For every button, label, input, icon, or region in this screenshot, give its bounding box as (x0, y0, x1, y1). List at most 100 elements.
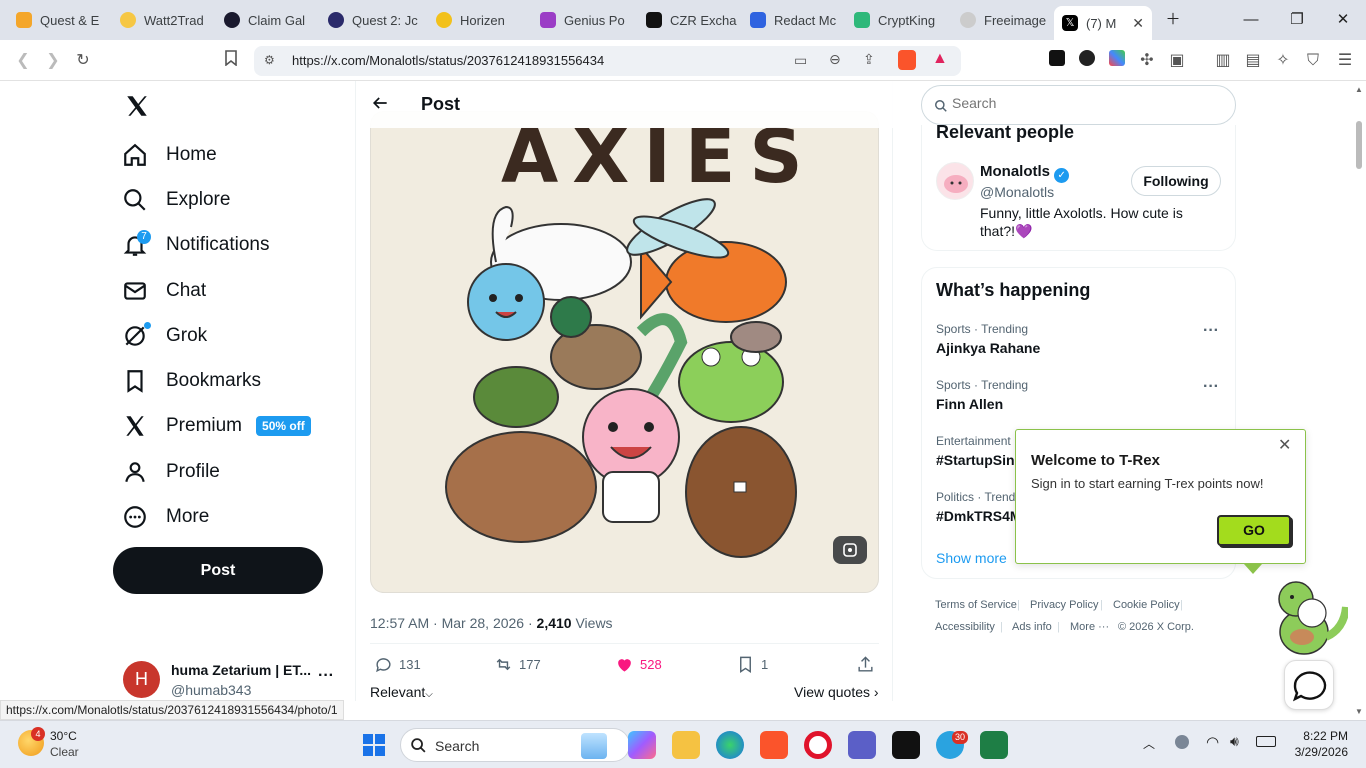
back-icon[interactable]: ❮ (12, 50, 34, 72)
volume-icon[interactable]: 🔊︎ (1230, 733, 1239, 750)
nav-home[interactable]: Home (122, 135, 217, 175)
nav-bookmarks[interactable]: Bookmarks (122, 361, 261, 401)
browser-tab[interactable]: Horizen (428, 4, 532, 36)
forward-icon[interactable]: ❯ (42, 50, 64, 72)
wallet-icon[interactable]: ▣ (1166, 50, 1188, 72)
footer-link[interactable]: Cookie Policy (1113, 599, 1180, 611)
close-tab-icon[interactable]: ✕ (1132, 15, 1144, 32)
footer-link[interactable]: Privacy Policy (1030, 599, 1098, 611)
bookmark-button[interactable]: 1 (736, 655, 768, 674)
trex-mascot-icon[interactable] (1268, 577, 1350, 659)
more-options-icon[interactable]: ··· (318, 667, 334, 685)
back-arrow-icon[interactable] (370, 93, 390, 118)
like-button[interactable]: 528 (615, 655, 662, 674)
nav-notifications[interactable]: Notifications 7 (122, 225, 270, 265)
share-button[interactable] (856, 655, 881, 674)
leo-ai-icon[interactable]: ✧ (1272, 50, 1294, 72)
brave-shields-icon[interactable] (898, 50, 916, 70)
nav-explore[interactable]: Explore (122, 180, 230, 220)
trend-item[interactable]: Sports · Trending Finn Allen ··· (936, 378, 1221, 412)
file-explorer-icon[interactable] (672, 731, 700, 759)
trend-more-icon[interactable]: ··· (1203, 378, 1219, 396)
zoom-icon[interactable]: ⊖ (829, 51, 841, 68)
avatar[interactable] (936, 162, 974, 200)
share-icon[interactable]: ⇪ (863, 51, 875, 68)
brave-icon[interactable] (760, 731, 788, 759)
scrollbar-thumb[interactable] (1356, 121, 1362, 169)
browser-tab[interactable]: Claim Gal (216, 4, 320, 36)
address-bar[interactable]: ⚙ https://x.com/Monalotls/status/2037612… (254, 46, 961, 76)
new-tab-button[interactable]: ＋ (1158, 8, 1188, 32)
person-name[interactable]: Monalotls ✓ (980, 163, 1070, 183)
edge-icon[interactable] (716, 731, 744, 759)
extension-icon[interactable] (1049, 50, 1065, 66)
trex-go-button[interactable]: GO (1217, 515, 1291, 546)
search-input[interactable] (952, 95, 1222, 111)
close-window-button[interactable]: ✕ (1328, 8, 1358, 32)
browser-tab[interactable]: Genius Po (532, 4, 636, 36)
reload-icon[interactable]: ↻ (72, 50, 94, 72)
footer-link[interactable]: Ads info (1012, 621, 1052, 633)
reply-sort-dropdown[interactable]: Relevant⌵ (370, 684, 433, 700)
teams-icon[interactable] (848, 731, 876, 759)
excel-icon[interactable] (980, 731, 1008, 759)
browser-tab[interactable]: Quest & E (8, 4, 112, 36)
following-button[interactable]: Following (1131, 166, 1221, 196)
network-status-icon[interactable] (1175, 735, 1189, 749)
menu-icon[interactable]: ☰ (1334, 50, 1356, 72)
close-icon[interactable]: ✕ (1278, 435, 1291, 455)
browser-tab[interactable]: CZR Excha (638, 4, 742, 36)
view-quotes-link[interactable]: View quotes › (794, 684, 879, 700)
site-settings-icon[interactable]: ⚙ (264, 53, 275, 67)
bookmark-page-icon[interactable] (220, 50, 242, 72)
browser-tab[interactable]: Watt2Trad (112, 4, 216, 36)
search-box[interactable] (921, 85, 1236, 125)
wifi-icon[interactable]: ◠ (1206, 733, 1219, 751)
footer-link[interactable]: Accessibility (935, 621, 995, 633)
browser-tab[interactable]: Redact Mc (742, 4, 846, 36)
nav-chat[interactable]: Chat (122, 271, 206, 311)
post-button[interactable]: Post (113, 547, 323, 594)
cast-icon[interactable]: ▭ (794, 52, 807, 69)
clock-time[interactable]: 8:22 PM (1288, 729, 1348, 743)
taskbar-search[interactable]: Search (400, 728, 630, 762)
clock-date[interactable]: 3/29/2026 (1288, 745, 1348, 759)
vpn-icon[interactable]: ⛉ (1302, 50, 1324, 72)
copilot-icon[interactable] (628, 731, 656, 759)
sidebar-toggle-icon[interactable]: ▥ (1212, 50, 1234, 72)
opera-icon[interactable] (804, 731, 832, 759)
extension-icon[interactable] (1109, 50, 1125, 66)
battery-icon[interactable] (1256, 736, 1276, 747)
browser-tab[interactable]: Freeimage (952, 4, 1052, 36)
extensions-puzzle-icon[interactable]: ✣ (1136, 50, 1158, 72)
show-more-link[interactable]: Show more (936, 550, 1007, 566)
nav-more[interactable]: More (122, 497, 209, 537)
trend-item[interactable]: Sports · Trending Ajinkya Rahane ··· (936, 322, 1221, 356)
url-text[interactable]: https://x.com/Monalotls/status/203761241… (292, 53, 604, 68)
page-scrollbar[interactable]: ▲ ▼ (1352, 81, 1366, 720)
trend-more-icon[interactable]: ··· (1203, 322, 1219, 340)
reply-button[interactable]: 131 (374, 655, 421, 674)
browser-tab-active[interactable]: 𝕏 (7) M ✕ (1054, 6, 1152, 40)
x-logo-icon[interactable] (124, 93, 150, 124)
post-image[interactable]: AXIES (370, 111, 879, 593)
brave-rewards-icon[interactable]: ▲ (932, 50, 948, 68)
account-switcher[interactable]: H huma Zetarium | ET... @humab343 ··· (113, 653, 343, 699)
scroll-up-icon[interactable]: ▲ (1355, 85, 1363, 94)
edit-image-icon[interactable] (833, 536, 867, 564)
brave-wallet-icon[interactable]: ▤ (1242, 50, 1264, 72)
browser-tab[interactable]: CryptKing (846, 4, 950, 36)
chevron-up-icon[interactable]: ︿ (1143, 735, 1155, 752)
extension-icon[interactable] (1079, 50, 1095, 66)
minimize-button[interactable]: — (1236, 8, 1266, 32)
repost-button[interactable]: 177 (494, 655, 541, 674)
browser-tab[interactable]: Quest 2: Jc (320, 4, 424, 36)
footer-link[interactable]: Terms of Service (935, 599, 1017, 611)
maximize-button[interactable]: ❐ (1282, 8, 1312, 32)
footer-link[interactable]: More ··· (1070, 621, 1109, 633)
nav-grok[interactable]: Grok (122, 316, 207, 356)
trading-app-icon[interactable] (892, 731, 920, 759)
nav-profile[interactable]: Profile (122, 452, 220, 492)
windows-start-icon[interactable] (362, 733, 386, 762)
chat-bubble-button[interactable] (1284, 660, 1334, 710)
